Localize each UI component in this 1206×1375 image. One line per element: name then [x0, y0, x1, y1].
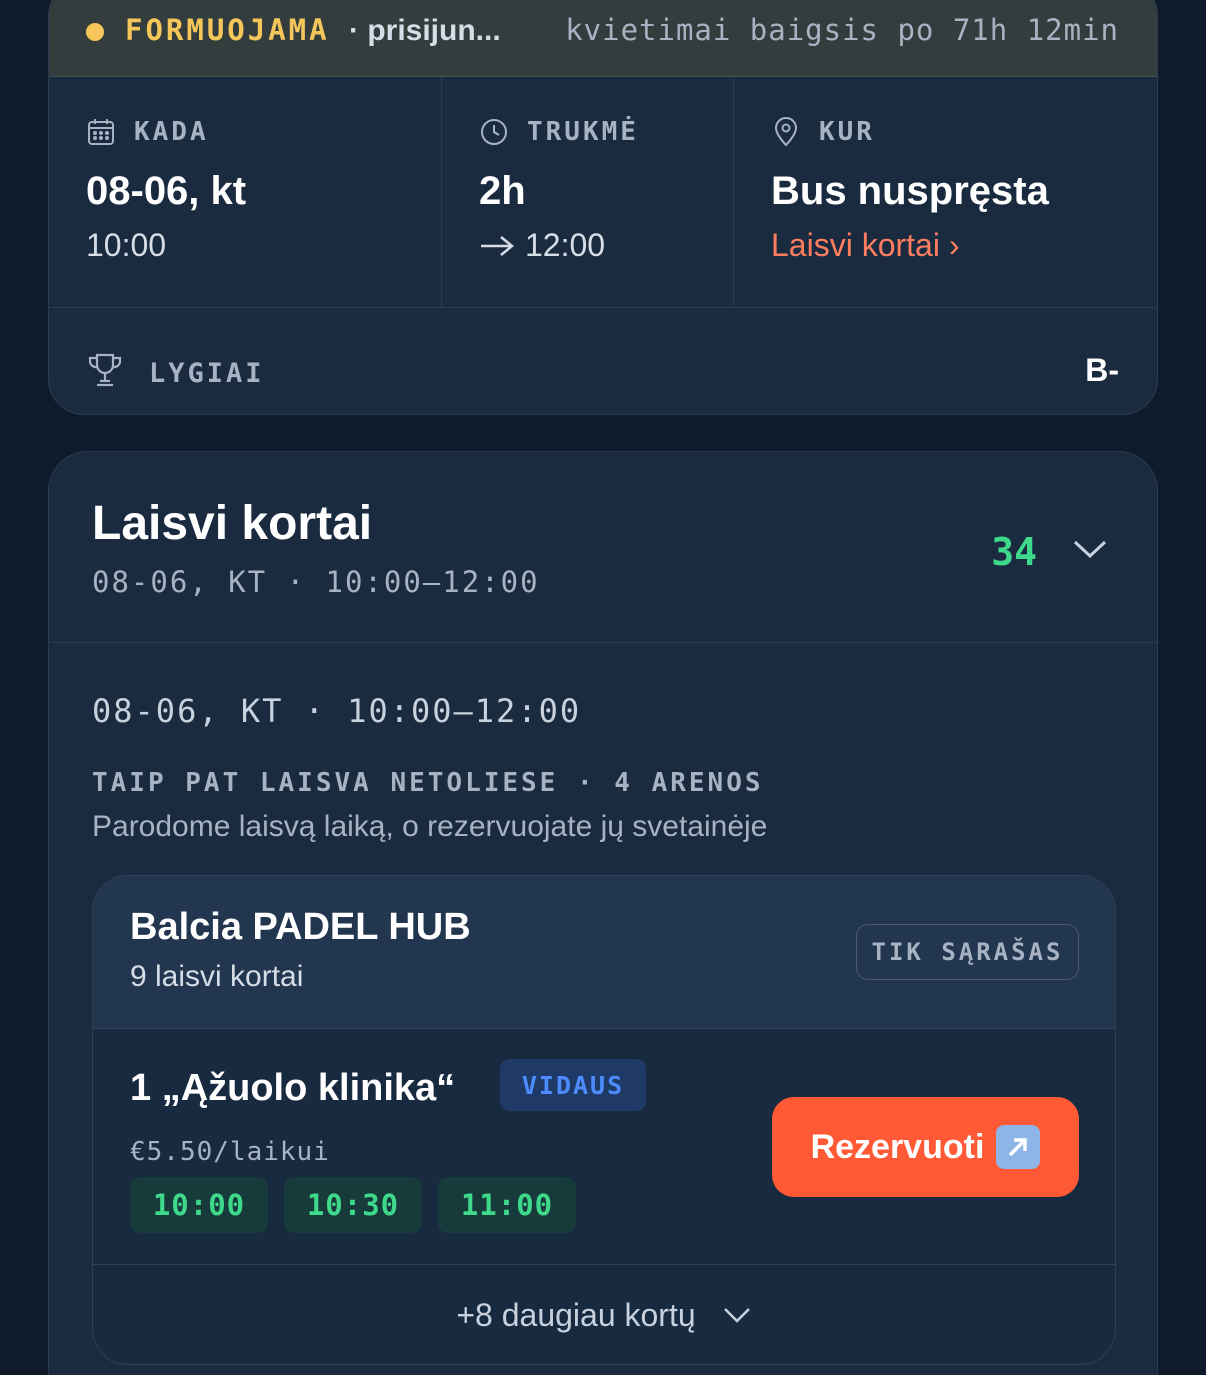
when-time: 10:00 — [86, 227, 167, 263]
time-slot[interactable]: 10:30 — [284, 1177, 422, 1233]
levels-value: B- — [1085, 352, 1119, 388]
free-courts-link[interactable]: Laisvi kortai › — [771, 227, 960, 264]
court-name: 1 „Ąžuolo klinika“ — [130, 1067, 456, 1109]
when-label: KADA — [134, 117, 209, 147]
venue-card: Balcia PADEL HUB 9 laisvi kortai TIK SĄR… — [92, 875, 1116, 1365]
calendar-icon — [88, 119, 114, 145]
reserve-label: Rezervuoti — [810, 1127, 985, 1166]
info-when: KADA 08-06, kt 10:00 — [49, 77, 442, 308]
arrow-right-icon — [481, 235, 514, 256]
chevron-down-icon — [723, 1308, 750, 1323]
status-sub: · prisijun... — [349, 14, 501, 47]
court-row: 1 „Ąžuolo klinika“ VIDAUS €5.50/laikui 1… — [93, 1029, 1115, 1265]
where-label: KUR — [819, 117, 875, 147]
venue-header: Balcia PADEL HUB 9 laisvi kortai TIK SĄR… — [93, 876, 1115, 1029]
free-courts-count: 34 — [991, 530, 1037, 574]
court-type-tag: VIDAUS — [500, 1059, 646, 1111]
status-label: FORMUOJAMA — [125, 13, 330, 47]
free-courts-header[interactable]: Laisvi kortai 08-06, KT · 10:00–12:00 34 — [49, 452, 1157, 643]
time-slots: 10:00 10:30 11:00 — [130, 1177, 576, 1233]
more-courts-label: +8 daugiau kortų — [456, 1296, 696, 1333]
slot-heading: 08-06, KT · 10:00–12:00 — [92, 692, 582, 730]
status-bar: FORMUOJAMA · prisijun... kvietimai baigs… — [49, 0, 1157, 77]
court-price: €5.50/laikui — [130, 1137, 330, 1167]
more-courts-button[interactable]: +8 daugiau kortų — [93, 1265, 1115, 1364]
match-info-card: FORMUOJAMA · prisijun... kvietimai baigs… — [48, 0, 1158, 415]
list-only-badge: TIK SĄRAŠAS — [856, 924, 1079, 980]
nearby-label: TAIP PAT LAISVA NETOLIESE · 4 ARENOS — [92, 768, 764, 798]
info-duration: TRUKMĖ 2h 12:00 — [442, 77, 734, 308]
venue-court-count: 9 laisvi kortai — [130, 960, 304, 993]
where-value: Bus nuspręsta — [771, 169, 1049, 213]
time-slot[interactable]: 11:00 — [438, 1177, 576, 1233]
external-link-icon — [996, 1125, 1041, 1169]
end-time: 12:00 — [525, 227, 606, 263]
nearby-description: Parodome laisvą laiką, o rezervuojate jų… — [92, 810, 768, 843]
chevron-down-icon[interactable] — [1071, 534, 1109, 564]
status-dot — [86, 23, 104, 41]
free-courts-subtitle: 08-06, KT · 10:00–12:00 — [92, 565, 540, 599]
duration-label: TRUKMĖ — [527, 117, 639, 147]
free-courts-title: Laisvi kortai — [92, 497, 373, 550]
trophy-icon — [88, 353, 122, 387]
venue-name: Balcia PADEL HUB — [130, 906, 471, 948]
reserve-button[interactable]: Rezervuoti — [772, 1097, 1079, 1197]
free-courts-card: Laisvi kortai 08-06, KT · 10:00–12:00 34… — [48, 451, 1158, 1375]
clock-icon — [481, 119, 507, 145]
info-where: KUR Bus nuspręsta Laisvi kortai › — [734, 77, 1157, 308]
time-slot[interactable]: 10:00 — [130, 1177, 268, 1233]
invite-timer: kvietimai baigsis po 71h 12min — [565, 13, 1119, 47]
when-date: 08-06, kt — [86, 169, 247, 213]
duration-value: 2h — [479, 169, 526, 213]
map-pin-icon — [774, 117, 798, 147]
levels-label: LYGIAI — [149, 358, 265, 389]
levels-row: LYGIAI B- — [49, 308, 1157, 414]
